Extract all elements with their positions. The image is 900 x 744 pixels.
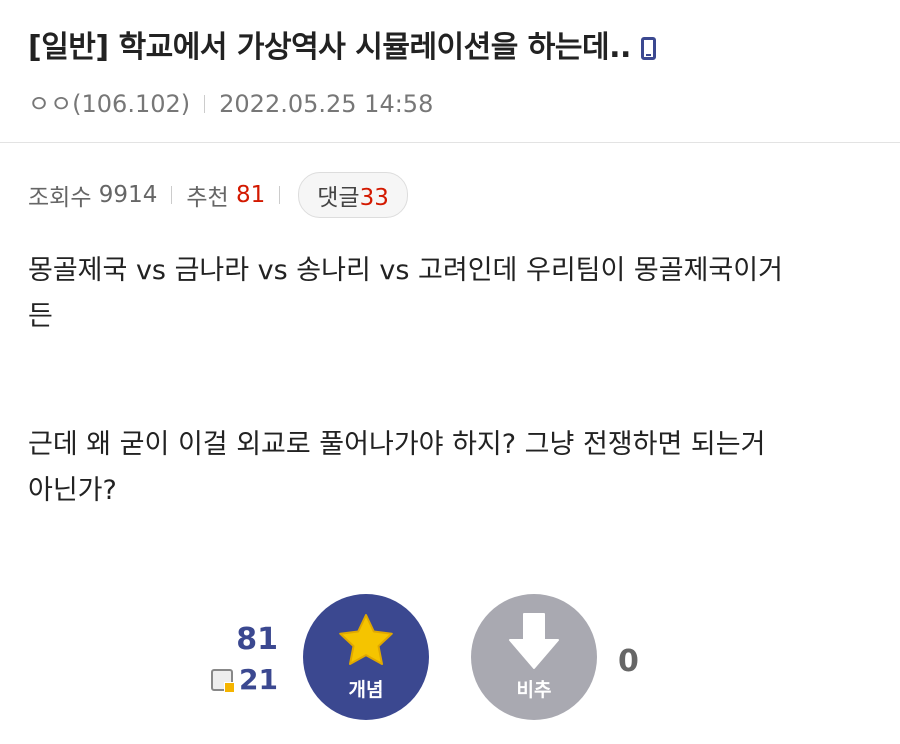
body-line: 든 [28, 301, 53, 332]
recommend-label: 추천 [186, 185, 229, 211]
upvote-label: 개념 [348, 679, 384, 701]
fixed-user-count-value: 21 [239, 663, 278, 696]
fixed-user-count: 21 [211, 660, 278, 700]
views-label: 조회수 [28, 185, 92, 211]
post-title-text: [일반] 학교에서 가상역사 시뮬레이션을 하는데.. [28, 30, 631, 65]
post-body: 몽골제국 vs 금나라 vs 송나리 vs 고려인데 우리팀이 몽골제국이거 든… [28, 248, 878, 514]
comments-count: 33 [359, 185, 389, 211]
views-count: 9914 [98, 182, 158, 208]
post-meta: ㅇㅇ(106.102) 2022.05.25 14:58 [28, 84, 433, 119]
header-divider [0, 142, 900, 143]
down-arrow-icon [509, 613, 559, 669]
downvote-button[interactable]: 비추 [471, 594, 597, 720]
star-icon [339, 614, 393, 665]
downvote-label: 비추 [516, 679, 552, 701]
upvote-button[interactable]: 개념 [303, 594, 429, 720]
comments-label: 댓글 [317, 185, 360, 211]
author-name[interactable]: ㅇㅇ(106.102) [28, 90, 190, 118]
post-date: 2022.05.25 14:58 [219, 90, 434, 118]
upvote-count: 81 [236, 622, 278, 657]
mobile-icon [640, 37, 656, 60]
body-line: 몽골제국 vs 금나라 vs 송나리 vs 고려인데 우리팀이 몽골제국이거 [28, 255, 783, 286]
stats-divider [279, 186, 281, 204]
post-stats: 조회수 9914 추천 81 댓글33 [28, 172, 408, 218]
comments-button[interactable]: 댓글33 [298, 172, 408, 218]
post-title: [일반] 학교에서 가상역사 시뮬레이션을 하는데.. [28, 22, 656, 66]
fixed-user-icon [211, 669, 236, 693]
recommend-count-stat: 81 [235, 182, 266, 208]
stats-divider [171, 186, 173, 204]
body-line: 아닌가? [28, 475, 117, 506]
vote-counts: 81 21 [211, 620, 278, 700]
downvote-count: 0 [618, 644, 639, 679]
meta-divider [204, 95, 206, 113]
body-line: 근데 왜 굳이 이걸 외교로 풀어나가야 하지? 그냥 전쟁하면 되는거 [28, 429, 766, 460]
